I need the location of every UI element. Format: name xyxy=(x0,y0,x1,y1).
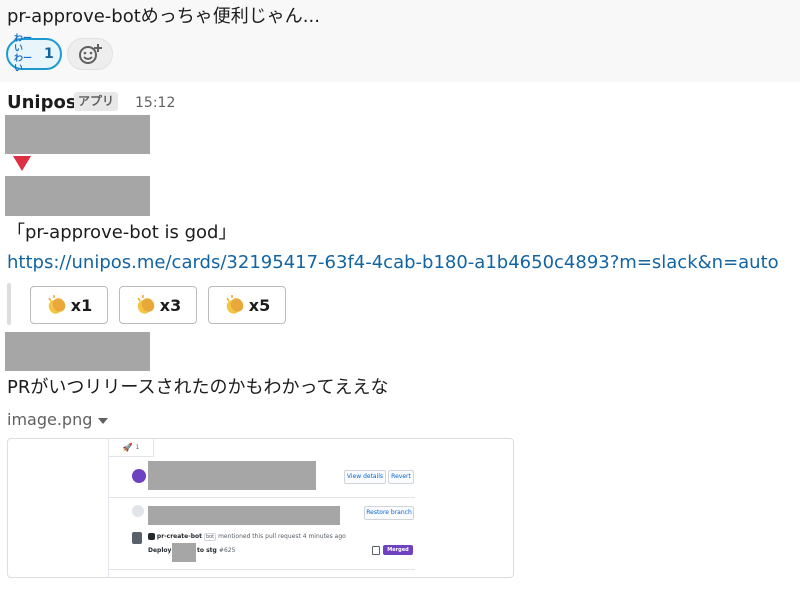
restore-branch-button: Restore branch xyxy=(364,506,414,520)
waai-emoji-line2: わーい xyxy=(14,54,33,74)
rocket-icon: 🚀 xyxy=(122,443,133,452)
redacted-block xyxy=(148,506,340,525)
card-message: 「pr-approve-bot is god」 xyxy=(7,222,237,243)
redacted-block xyxy=(5,115,150,154)
deploy-target: to stg xyxy=(197,547,217,554)
clapping-hands-icon xyxy=(226,295,244,314)
message-text: PRがいつリリースされたのかもわかってええな xyxy=(7,377,389,398)
clap-x3-button[interactable]: x3 xyxy=(119,286,197,324)
rocket-reaction: 🚀 1 xyxy=(108,439,154,457)
divider xyxy=(108,439,109,577)
bot-mention-line: pr-create-bot bot mentioned this pull re… xyxy=(148,533,346,541)
divider xyxy=(108,497,415,498)
previous-message-text: pr-approve-botめっちゃ便利じゃん... xyxy=(7,6,320,27)
add-reaction-icon xyxy=(79,44,102,64)
app-badge: アプリ xyxy=(74,92,119,111)
image-preview[interactable]: 🚀 1 View details Revert Restore branch p… xyxy=(7,438,514,578)
add-reaction-button[interactable] xyxy=(67,38,113,70)
redacted-block xyxy=(5,176,150,216)
redacted-block xyxy=(172,543,196,562)
bot-badge: bot xyxy=(203,533,217,541)
clapping-hands-icon xyxy=(137,295,155,314)
attachment-bar xyxy=(7,283,11,325)
deploy-number: #625 xyxy=(218,547,236,554)
redacted-block xyxy=(148,461,316,490)
clap-x1-label: x1 xyxy=(70,295,93,315)
waai-reaction[interactable]: わーい わーい 1 xyxy=(6,34,62,74)
clap-x5-label: x5 xyxy=(248,295,271,315)
reaction-count: 1 xyxy=(44,46,54,62)
deploy-event-icon xyxy=(132,469,146,483)
red-triangle-down-icon xyxy=(13,156,31,171)
message-timestamp[interactable]: 15:12 xyxy=(135,94,175,112)
bot-avatar-icon xyxy=(132,532,142,544)
branch-event-icon xyxy=(132,505,144,517)
previous-message[interactable]: pr-approve-botめっちゃ便利じゃん... わーい わーい 1 xyxy=(0,0,800,82)
deploy-target-line: to stg #625 xyxy=(197,547,235,554)
lock-icon xyxy=(372,546,380,555)
waai-emoji-line1: わーい xyxy=(14,34,33,54)
bot-name: pr-create-bot xyxy=(156,533,203,540)
merged-badge: Merged xyxy=(383,545,413,555)
card-link[interactable]: https://unipos.me/cards/32195417-63f4-4c… xyxy=(7,251,779,275)
file-name[interactable]: image.png xyxy=(7,409,92,431)
clap-x3-label: x3 xyxy=(159,295,182,315)
clapping-hands-icon xyxy=(48,295,66,314)
redacted-block xyxy=(5,332,150,371)
clap-x1-button[interactable]: x1 xyxy=(30,286,108,324)
mention-text: mentioned this pull request 4 minutes ag… xyxy=(218,533,346,540)
clap-x5-button[interactable]: x5 xyxy=(208,286,286,324)
sender-name[interactable]: Unipos xyxy=(7,92,77,114)
bot-icon xyxy=(148,533,155,540)
deploy-label: Deploy xyxy=(148,547,172,554)
file-dropdown-icon[interactable] xyxy=(98,418,108,424)
rocket-count: 1 xyxy=(135,444,140,451)
view-details-button: View details xyxy=(344,470,386,484)
waai-emoji-icon: わーい わーい xyxy=(14,34,40,74)
revert-button: Revert xyxy=(388,470,414,484)
divider xyxy=(108,569,415,570)
